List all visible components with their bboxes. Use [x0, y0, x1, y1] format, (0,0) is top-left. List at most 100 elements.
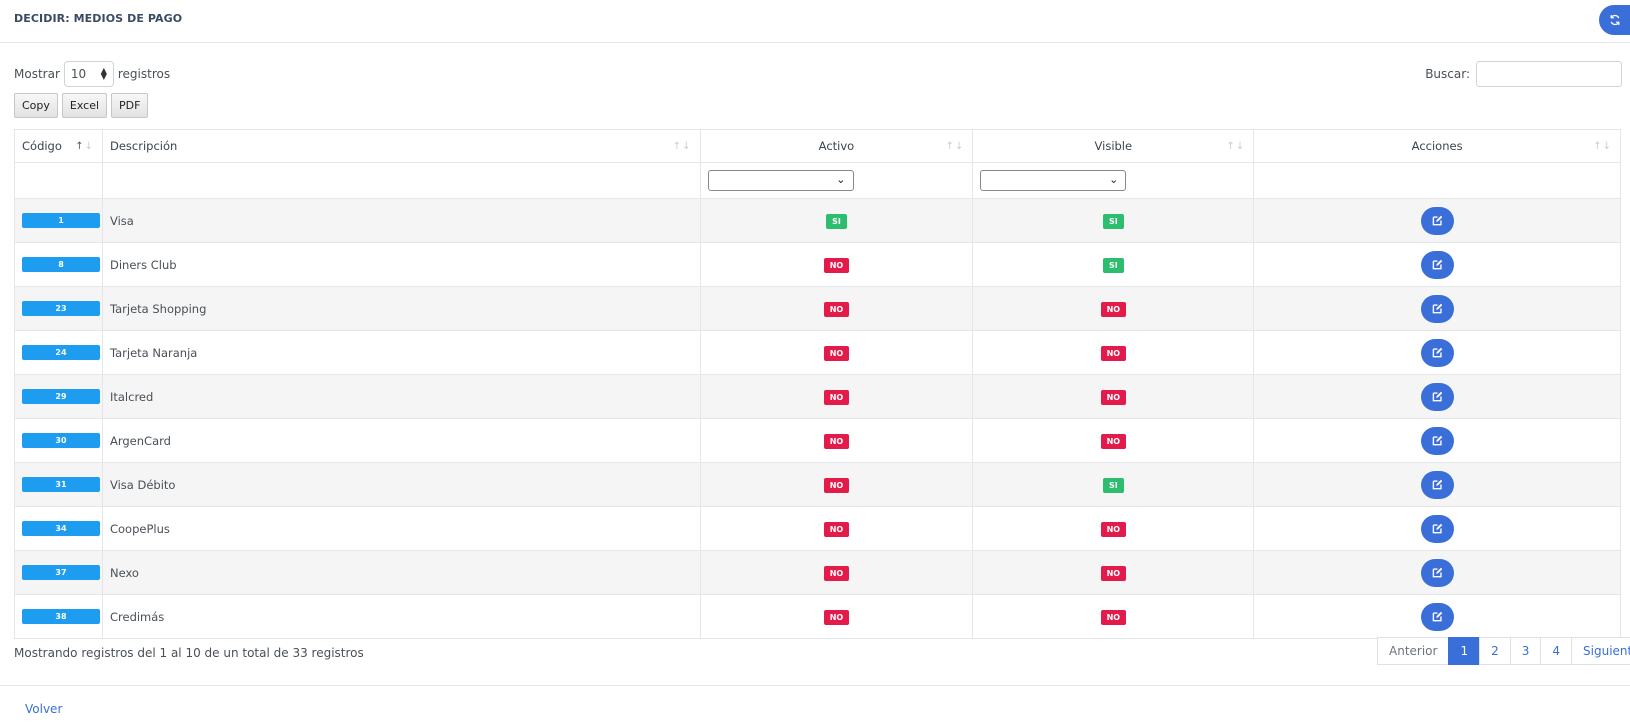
active-cell: NO — [699, 462, 974, 507]
visible-cell: NO — [972, 594, 1255, 639]
filter-cell: ⌄ — [972, 162, 1255, 199]
active-badge: NO — [823, 565, 850, 581]
actions-cell — [1253, 418, 1621, 463]
column-active-label: Activo — [818, 139, 855, 153]
next-button[interactable]: Siguiente — [1571, 637, 1630, 665]
code-badge: 8 — [22, 257, 100, 272]
page-button-4[interactable]: 4 — [1540, 637, 1573, 665]
back-link[interactable]: Volver — [25, 702, 62, 716]
visible-filter-select[interactable]: ⌄ — [980, 170, 1127, 191]
filter-cell — [1253, 162, 1621, 199]
column-header-visible[interactable]: Visible ↑↓ — [972, 129, 1255, 163]
edit-button[interactable] — [1420, 470, 1454, 499]
export-buttons: Copy Excel PDF — [14, 93, 149, 118]
excel-button[interactable]: Excel — [61, 93, 108, 118]
filter-cell: ⌄ — [699, 162, 974, 199]
table-row: 29 Italcred NO NO — [14, 374, 1621, 419]
edit-button[interactable] — [1420, 602, 1454, 631]
code-badge: 29 — [22, 389, 100, 404]
active-cell: NO — [699, 506, 974, 551]
edit-button[interactable] — [1420, 250, 1454, 279]
actions-cell — [1253, 198, 1621, 243]
edit-icon — [1432, 347, 1442, 358]
footer-divider — [0, 685, 1630, 686]
active-cell: NO — [699, 242, 974, 287]
edit-icon — [1432, 259, 1442, 270]
code-badge: 34 — [22, 521, 100, 536]
table-row: 38 Credimás NO NO — [14, 594, 1621, 639]
table-info: Mostrando registros del 1 al 10 de un to… — [14, 646, 364, 660]
column-header-actions[interactable]: Acciones ↑↓ — [1253, 129, 1621, 163]
table-row: 34 CoopePlus NO NO — [14, 506, 1621, 551]
description-cell: Credimás — [101, 594, 701, 639]
visible-cell: NO — [972, 374, 1255, 419]
edit-button[interactable] — [1420, 426, 1454, 455]
column-header-code[interactable]: Código ↑↓ — [14, 129, 103, 163]
payment-methods-table: Código ↑↓ Descripción ↑↓ Activo ↑↓ Visible ↑… — [14, 129, 1621, 639]
actions-cell — [1253, 374, 1621, 419]
table-row: 37 Nexo NO NO — [14, 550, 1621, 595]
edit-button[interactable] — [1420, 558, 1454, 587]
edit-button[interactable] — [1420, 382, 1454, 411]
edit-icon — [1432, 391, 1442, 402]
actions-cell — [1253, 286, 1621, 331]
visible-badge: SI — [1102, 257, 1124, 273]
pdf-button[interactable]: PDF — [111, 93, 149, 118]
active-cell: NO — [699, 374, 974, 419]
sort-icon: ↑↓ — [1226, 141, 1246, 152]
active-badge: NO — [823, 389, 850, 405]
active-cell: NO — [699, 594, 974, 639]
copy-button[interactable]: Copy — [14, 93, 58, 118]
edit-button[interactable] — [1420, 206, 1454, 235]
column-code-label: Código — [22, 139, 62, 153]
code-badge: 31 — [22, 477, 100, 492]
pagination: Anterior 1 2 3 4 Siguiente — [1377, 637, 1630, 665]
sort-icon: ↑↓ — [75, 141, 94, 152]
page-header: DECIDIR: MEDIOS DE PAGO — [0, 0, 1630, 43]
edit-icon — [1432, 567, 1442, 578]
visible-badge: NO — [1100, 521, 1127, 537]
active-filter-select[interactable]: ⌄ — [707, 170, 854, 191]
visible-badge: SI — [1102, 213, 1124, 229]
description-cell: Nexo — [101, 550, 701, 595]
edit-button[interactable] — [1420, 338, 1454, 367]
refresh-icon — [1610, 14, 1619, 26]
code-cell: 1 — [14, 198, 103, 243]
search-label: Buscar: — [1425, 67, 1470, 81]
column-header-active[interactable]: Activo ↑↓ — [699, 129, 974, 163]
page-button-3[interactable]: 3 — [1509, 637, 1542, 665]
filter-cell — [101, 162, 701, 199]
table-row: 8 Diners Club NO SI — [14, 242, 1621, 287]
code-cell: 37 — [14, 550, 103, 595]
code-badge: 30 — [22, 433, 100, 448]
column-visible-label: Visible — [1094, 139, 1133, 153]
visible-badge: NO — [1100, 345, 1127, 361]
table-row: 30 ArgenCard NO NO — [14, 418, 1621, 463]
active-badge: NO — [823, 433, 850, 449]
actions-cell — [1253, 550, 1621, 595]
refresh-button[interactable] — [1599, 5, 1630, 35]
active-badge: NO — [823, 609, 850, 625]
page-button-2[interactable]: 2 — [1479, 637, 1511, 665]
column-header-description[interactable]: Descripción ↑↓ — [101, 129, 701, 163]
active-cell: SI — [699, 198, 974, 243]
previous-button[interactable]: Anterior — [1377, 637, 1450, 665]
actions-cell — [1253, 594, 1621, 639]
visible-badge: NO — [1100, 565, 1127, 581]
edit-icon — [1432, 611, 1442, 622]
length-select[interactable]: 10 ▲ ▼ — [63, 61, 114, 87]
description-cell: Tarjeta Naranja — [101, 330, 701, 375]
chevron-down-icon: ⌄ — [836, 173, 846, 186]
search-input[interactable] — [1476, 61, 1622, 87]
edit-button[interactable] — [1420, 514, 1454, 543]
edit-icon — [1432, 215, 1442, 226]
edit-button[interactable] — [1420, 294, 1454, 323]
active-cell: NO — [699, 286, 974, 331]
visible-cell: NO — [972, 286, 1255, 331]
chevron-down-icon: ⌄ — [1109, 173, 1119, 186]
page-button-1[interactable]: 1 — [1448, 637, 1481, 665]
column-actions-label: Acciones — [1411, 139, 1463, 153]
sort-icon: ↑↓ — [945, 141, 965, 152]
visible-cell: SI — [972, 462, 1255, 507]
table-row: 31 Visa Débito NO SI — [14, 462, 1621, 507]
